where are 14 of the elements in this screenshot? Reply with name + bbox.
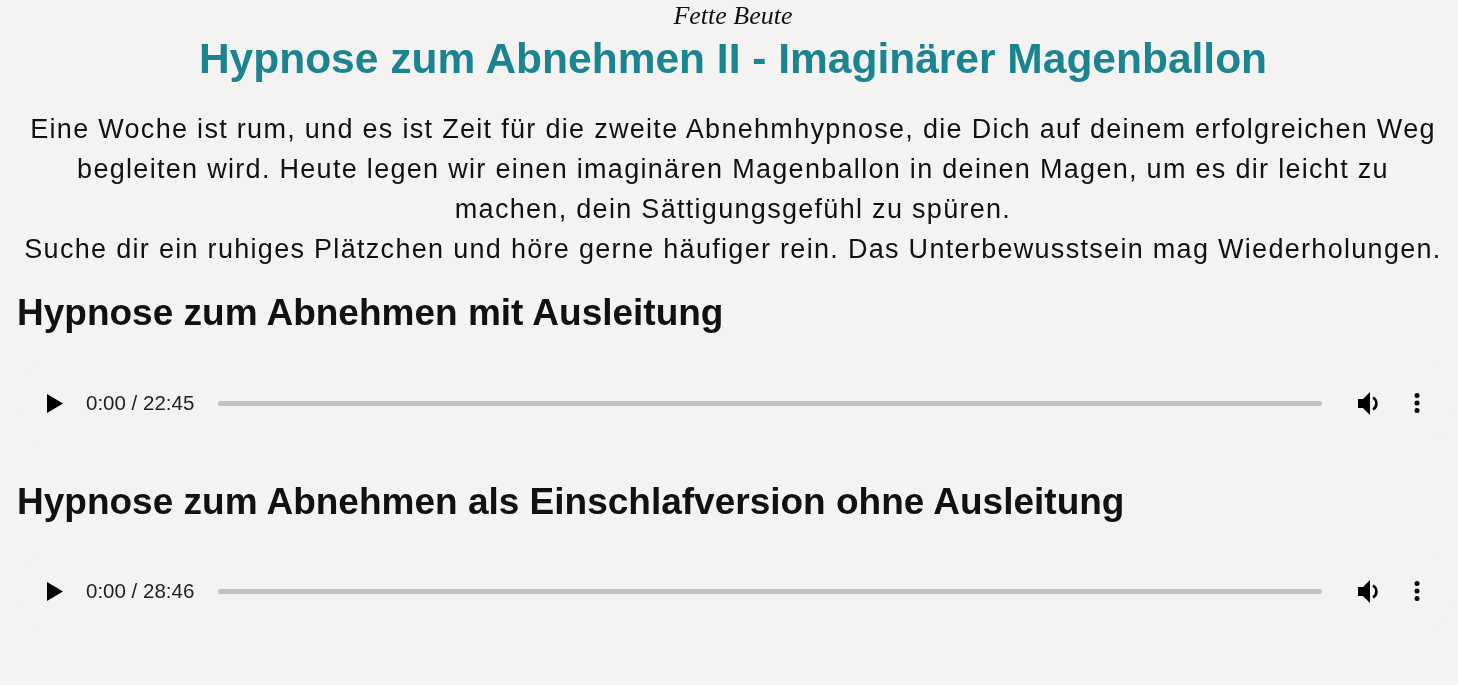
play-icon[interactable]	[47, 393, 63, 413]
track-heading: Hypnose zum Abnehmen mit Ausleitung	[16, 291, 725, 335]
intro-paragraph: Eine Woche ist rum, und es ist Zeit für die zweite Abnehmhypnose, die Dich auf deinem erfolgreichen Weg begleiten wird. Heute legen wir einen imaginären Magenballon in deinen Magen, um es dir leicht zu machen, dein Sättigungsgefühl zu spüren.	[29, 113, 1437, 226]
time-display: 0:00 / 22:45	[86, 389, 195, 416]
time-display: 0:00 / 28:46	[86, 577, 195, 604]
more-options-icon[interactable]	[1414, 581, 1420, 601]
play-icon[interactable]	[47, 581, 63, 601]
intro-paragraph: Suche dir ein ruhiges Plätzchen und höre gerne häufiger rein. Das Unterbewusstsein mag Wiederholungen.	[24, 233, 1442, 266]
more-options-icon[interactable]	[1414, 393, 1420, 413]
site-title[interactable]: Fette Beute	[673, 3, 793, 29]
progress-track[interactable]	[218, 588, 1322, 594]
track-heading: Hypnose zum Abnehmen als Einschlafversion ohne Ausleitung	[16, 480, 1126, 524]
progress-track[interactable]	[218, 400, 1322, 406]
page-title: Hypnose zum Abnehmen II - Imaginärer Magenballon	[198, 34, 1268, 84]
